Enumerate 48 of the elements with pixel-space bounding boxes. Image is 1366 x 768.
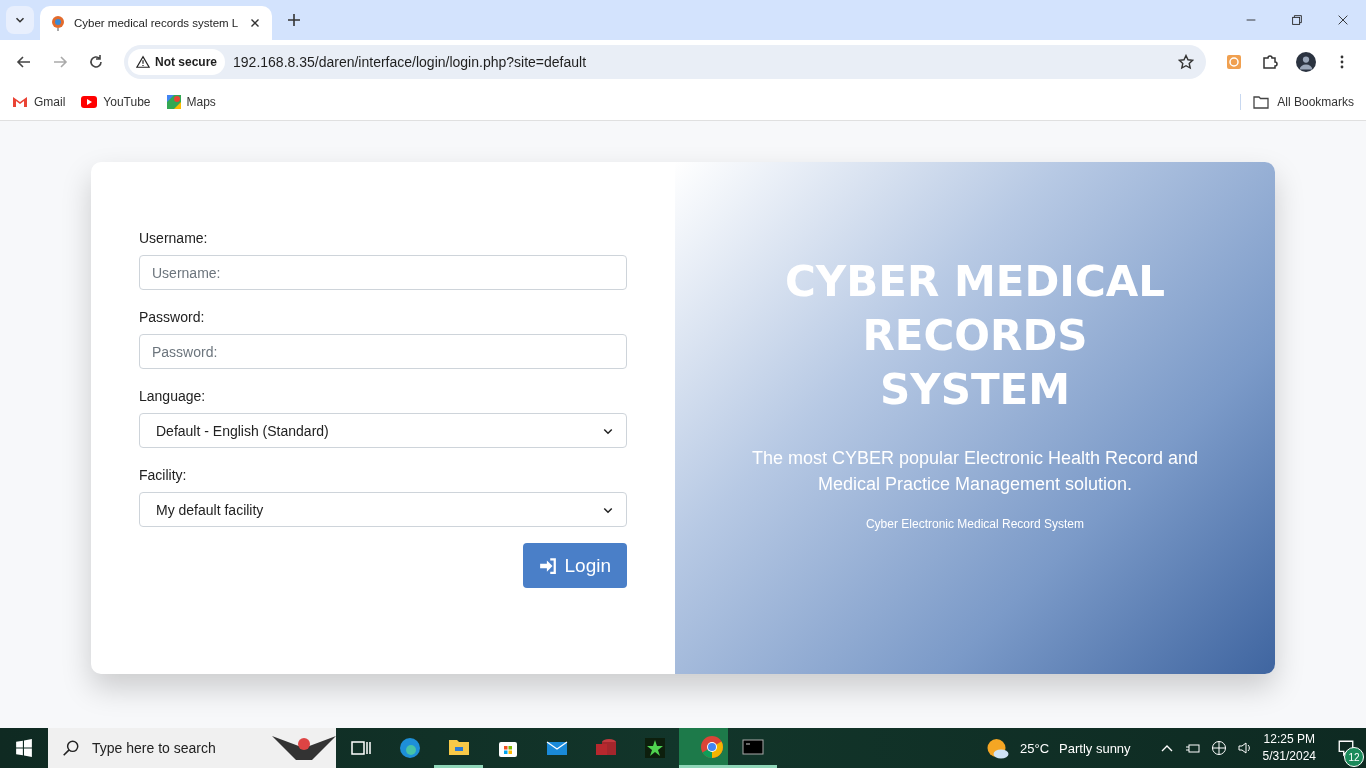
star-icon[interactable]	[1178, 54, 1194, 70]
puzzle-icon[interactable]	[1262, 54, 1278, 70]
sun-cloud-icon	[986, 736, 1010, 760]
speaker-icon[interactable]	[1236, 740, 1253, 756]
profile-avatar-icon[interactable]	[1296, 52, 1316, 72]
address-bar-url[interactable]: 192.168.8.35/daren/interface/login/login.php?site=default	[233, 54, 1162, 70]
close-window-icon[interactable]	[1336, 13, 1350, 27]
weather-temperature: 25°C	[1020, 740, 1050, 756]
warning-icon	[136, 55, 150, 69]
search-icon	[62, 739, 80, 757]
windows-logo-icon[interactable]	[15, 739, 33, 757]
folder-icon	[1253, 94, 1270, 110]
dropdown-field[interactable]: My default facility	[139, 492, 627, 527]
bookmark-link[interactable]: Gmail	[12, 95, 66, 109]
tab-title: Cyber medical records system L	[74, 17, 240, 29]
new-tab-icon[interactable]	[286, 12, 302, 28]
map-pin-icon	[166, 95, 181, 109]
play-icon	[81, 96, 98, 108]
bookmark-link[interactable]: Maps	[166, 95, 216, 109]
field-label: Username:	[139, 230, 209, 246]
dropdown-field[interactable]: Default - English (Standard)	[139, 413, 627, 448]
hero-caption: Cyber Electronic Medical Record System	[865, 517, 1085, 531]
bookmark-link[interactable]: YouTube	[81, 95, 151, 109]
taskbar-search-field[interactable]: Type here to search	[48, 728, 336, 768]
field-label: Password:	[139, 309, 206, 325]
restore-icon[interactable]	[1290, 13, 1304, 27]
field-label: Language:	[139, 388, 207, 404]
login-button[interactable]: Login	[522, 543, 627, 588]
reload-icon[interactable]	[88, 54, 104, 70]
taskbar-clock[interactable]: 12:25 PM 5/31/2024	[1262, 731, 1316, 765]
mail-envelope-icon	[12, 96, 28, 108]
star-game-icon	[642, 736, 667, 760]
browser-tab[interactable]: Cyber medical records system L	[40, 6, 272, 40]
bird-drawing	[272, 736, 336, 760]
all-bookmarks-button[interactable]: All Bookmarks	[1240, 94, 1354, 110]
sign-in-icon	[538, 556, 557, 575]
weather-condition: Partly sunny	[1059, 740, 1131, 756]
hero-subtitle: The most CYBER popular Electronic Health Record and Medical Practice Management solution.	[750, 447, 1200, 496]
input-field[interactable]: Password:	[139, 334, 627, 369]
hero-title: CYBER MEDICAL RECORDS SYSTEM	[785, 256, 1165, 416]
notification-count: 12	[1344, 747, 1364, 767]
input-field[interactable]: Username:	[139, 255, 627, 290]
field-label: Facility:	[139, 467, 188, 483]
globe-icon[interactable]	[1210, 740, 1227, 756]
chrome-circle-icon	[699, 734, 724, 759]
security-chip[interactable]: Not secure	[128, 49, 226, 75]
back-arrow-icon[interactable]	[16, 54, 32, 70]
site-logo-icon	[50, 15, 66, 31]
